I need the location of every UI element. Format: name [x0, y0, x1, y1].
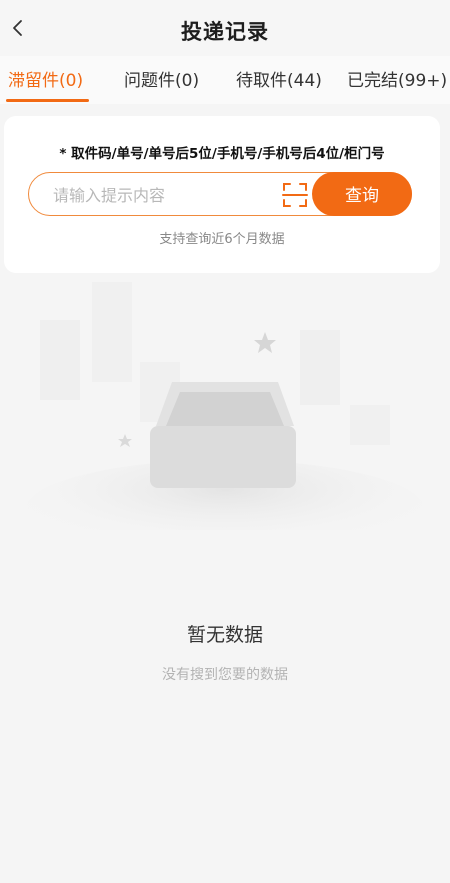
empty-title: 暂无数据	[186, 624, 263, 646]
empty-subtitle: 没有搜到您要的数据	[162, 667, 288, 683]
tab-completed[interactable]: 已完结(99+)	[347, 66, 447, 91]
tab-stranded[interactable]: 滞留件(0)	[8, 66, 83, 91]
tab-bar: 滞留件(0) 问题件(0) 待取件(44) 已完结(99+)	[0, 56, 450, 104]
scan-icon[interactable]	[282, 182, 308, 208]
tab-problem[interactable]: 问题件(0)	[124, 66, 199, 91]
active-tab-indicator	[6, 99, 89, 102]
search-hint: * 取件码/单号/单号后5位/手机号/手机号后4位/柜门号	[59, 146, 385, 162]
search-card: * 取件码/单号/单号后5位/手机号/手机号后4位/柜门号 查询 支持查询近6个…	[4, 116, 440, 273]
page-title: 投递记录	[181, 20, 269, 44]
empty-box-illustration	[25, 282, 425, 530]
header-bar: 投递记录	[0, 0, 450, 56]
tab-pending-pickup[interactable]: 待取件(44)	[236, 66, 322, 91]
star-icon	[254, 332, 276, 353]
search-button[interactable]: 查询	[312, 171, 412, 216]
search-input[interactable]	[51, 182, 255, 208]
support-text: 支持查询近6个月数据	[159, 232, 285, 247]
star-icon	[118, 434, 132, 447]
search-box: 查询	[28, 171, 412, 216]
